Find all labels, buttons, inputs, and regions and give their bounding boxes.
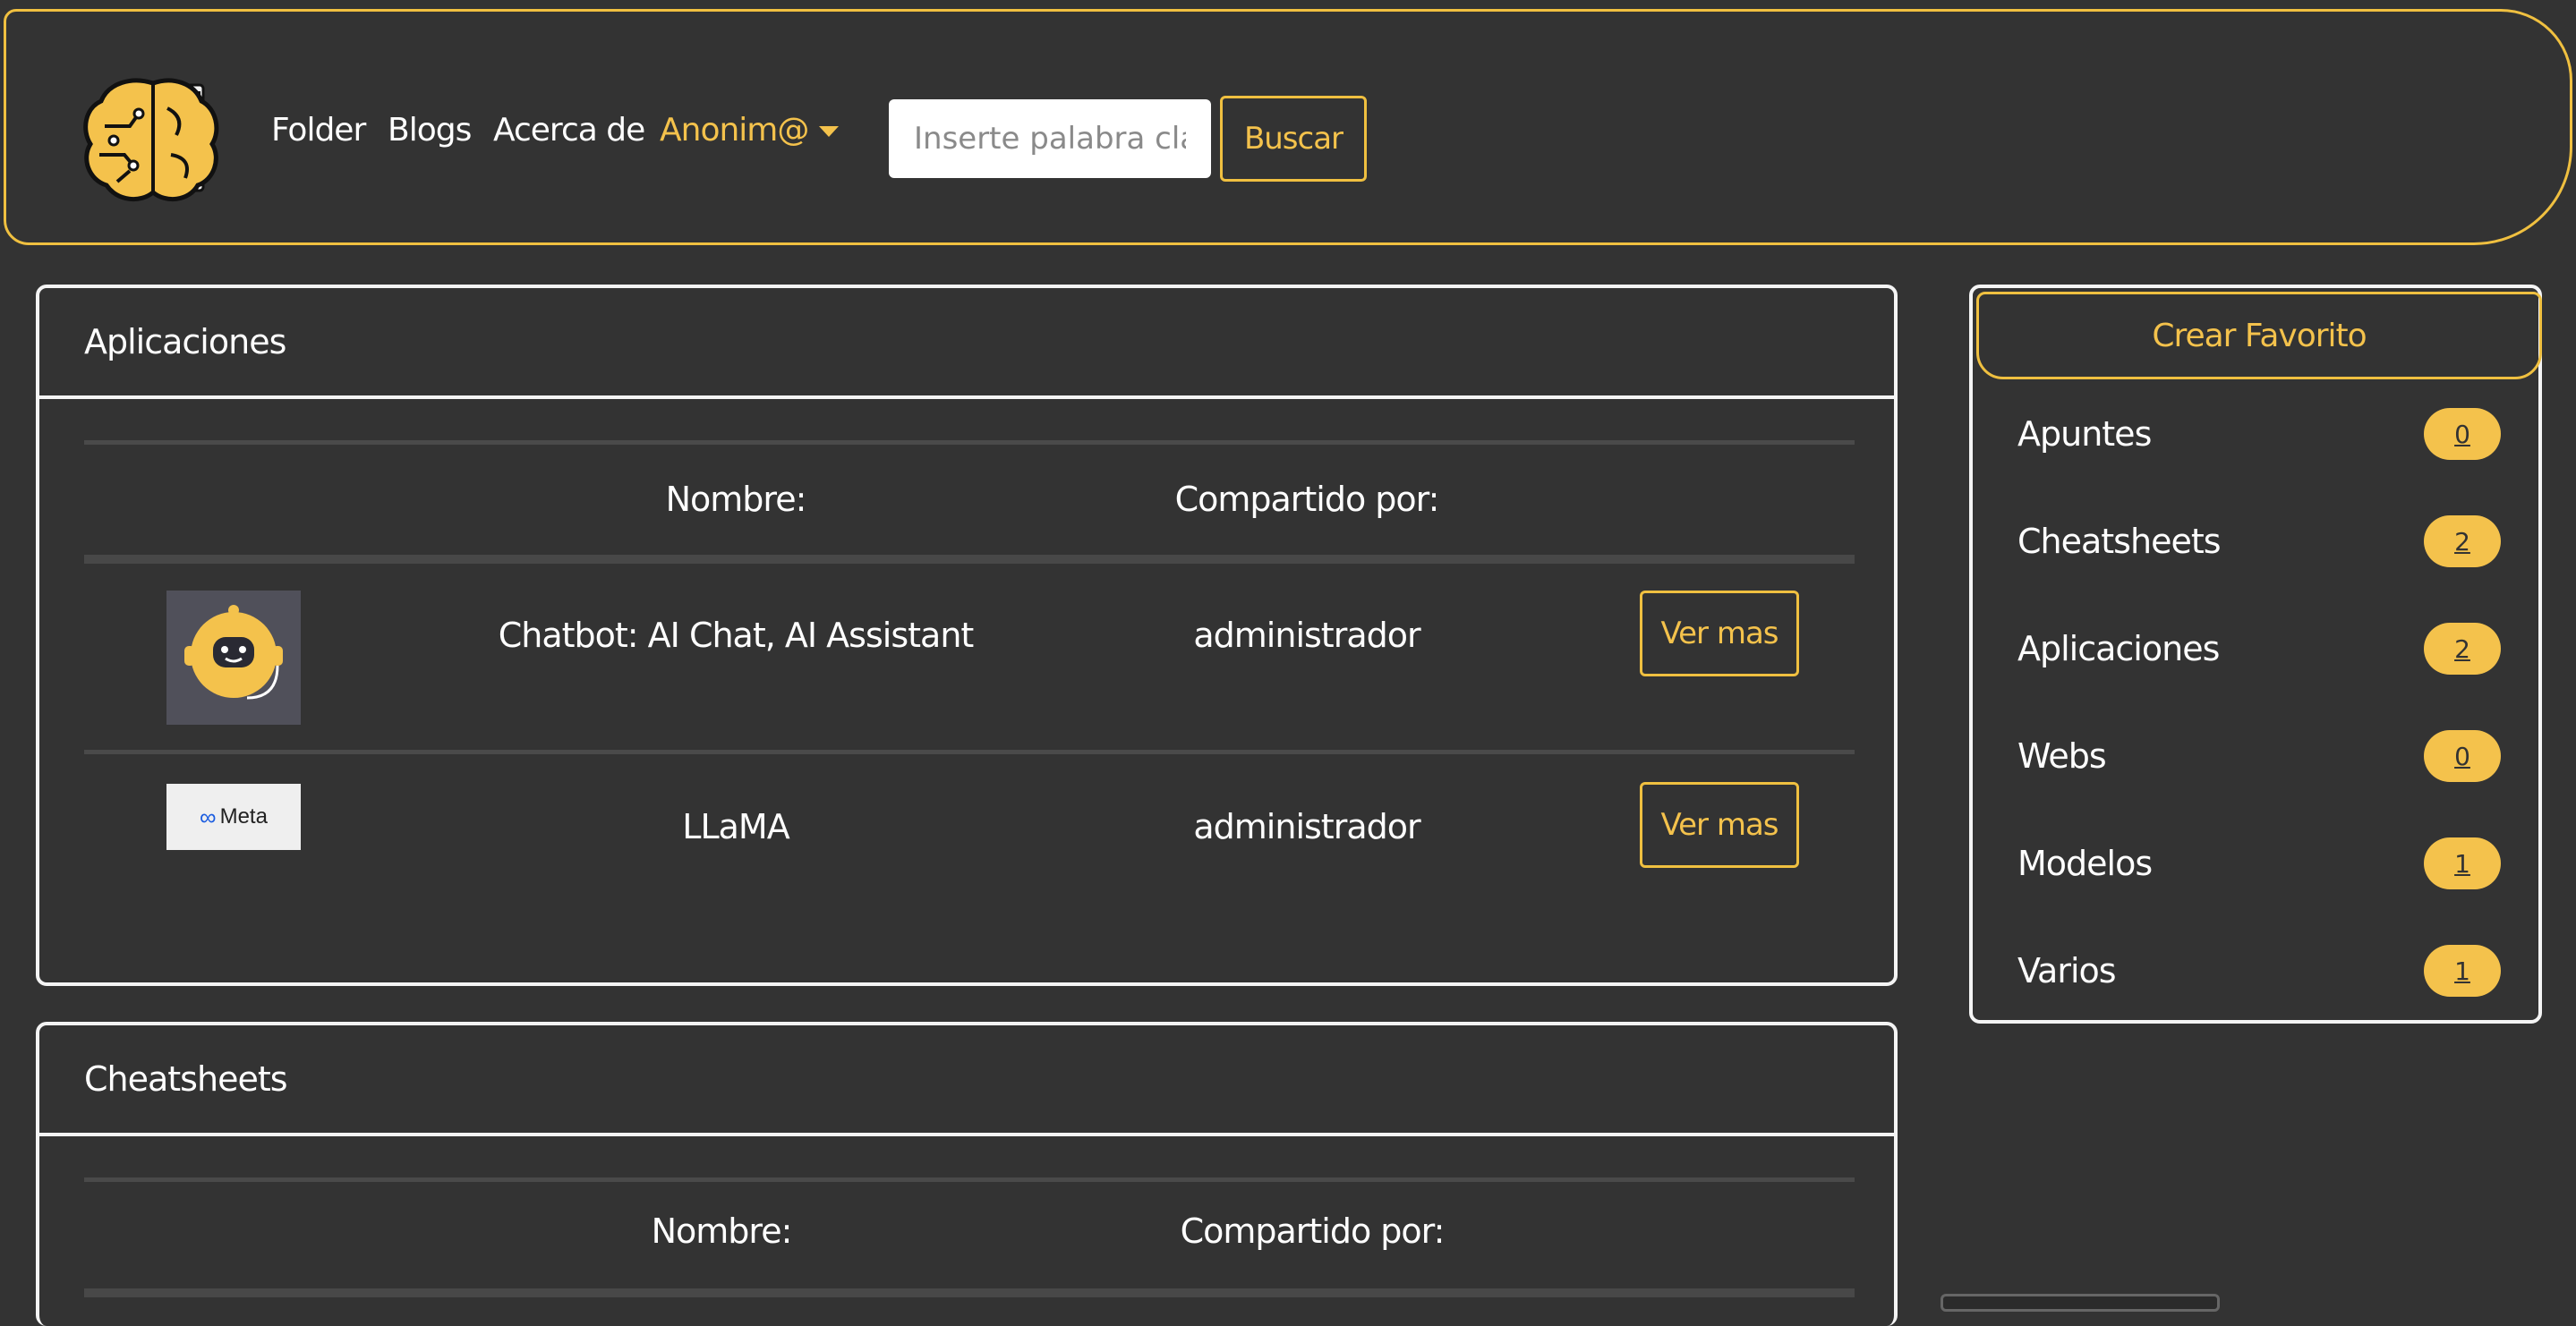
favorite-label: Aplicaciones: [2017, 629, 2220, 668]
count-badge[interactable]: 2: [2424, 515, 2501, 567]
aplicaciones-table: Nombre: Compartido por: Chatbot: AI Chat…: [84, 440, 1855, 977]
favorite-item-varios[interactable]: Varios 1: [2017, 939, 2501, 1002]
app-name: LLaMA: [682, 807, 789, 846]
favorite-item-apuntes[interactable]: Apuntes 0: [2017, 403, 2501, 465]
count-badge[interactable]: 1: [2424, 945, 2501, 997]
card-title: Aplicaciones: [39, 288, 1894, 399]
favorite-label: Varios: [2017, 951, 2117, 990]
count-badge[interactable]: 0: [2424, 730, 2501, 782]
favorite-label: Webs: [2017, 736, 2107, 776]
robot-icon: [184, 605, 283, 700]
meta-infinity-icon: ∞: [200, 803, 217, 830]
table-header-divider: [84, 1288, 1855, 1297]
search-button[interactable]: Buscar: [1220, 96, 1367, 182]
app-name: Chatbot: AI Chat, AI Assistant: [498, 616, 975, 655]
meta-logo-text: Meta: [219, 804, 268, 829]
nav-link-acerca-de[interactable]: Acerca de: [493, 112, 645, 149]
aplicaciones-card: Aplicaciones Nombre: Compartido por: Cha…: [36, 285, 1898, 986]
favorite-label: Apuntes: [2017, 414, 2152, 454]
favorite-label: Modelos: [2017, 844, 2153, 883]
count-badge[interactable]: 0: [2424, 408, 2501, 460]
caret-down-icon: [819, 126, 840, 137]
nav-link-folder[interactable]: Folder: [271, 112, 366, 149]
table-divider: [84, 1177, 1855, 1182]
user-dropdown[interactable]: Anonim@: [660, 112, 840, 149]
shared-by: administrador: [1193, 616, 1420, 655]
column-header-compartido: Compartido por:: [1180, 1211, 1446, 1251]
ver-mas-button[interactable]: Ver mas: [1640, 591, 1799, 676]
cheatsheets-table: Nombre: Compartido por:: [84, 1177, 1855, 1321]
column-header-compartido: Compartido por:: [1174, 480, 1440, 519]
crear-favorito-button[interactable]: Crear Favorito: [1976, 292, 2542, 379]
favorite-item-webs[interactable]: Webs 0: [2017, 725, 2501, 787]
user-dropdown-label: Anonim@: [660, 112, 809, 149]
count-badge[interactable]: 1: [2424, 837, 2501, 889]
meta-logo-thumbnail: ∞ Meta: [166, 784, 301, 850]
ver-mas-button[interactable]: Ver mas: [1640, 782, 1799, 868]
favorite-item-cheatsheets[interactable]: Cheatsheets 2: [2017, 510, 2501, 573]
favorite-item-modelos[interactable]: Modelos 1: [2017, 832, 2501, 895]
count-badge[interactable]: 2: [2424, 623, 2501, 675]
nav-link-blogs[interactable]: Blogs: [388, 112, 472, 149]
table-divider: [84, 440, 1855, 445]
chatbot-robot-thumbnail: [166, 591, 301, 725]
row-divider: [84, 750, 1855, 754]
brain-logo-icon[interactable]: [78, 72, 230, 207]
partial-widget: [1941, 1294, 2220, 1312]
favorite-item-aplicaciones[interactable]: Aplicaciones 2: [2017, 617, 2501, 680]
favorite-label: Cheatsheets: [2017, 522, 2222, 561]
search-input[interactable]: [889, 99, 1211, 178]
table-header-divider: [84, 555, 1855, 564]
cheatsheets-card: Cheatsheets Nombre: Compartido por:: [36, 1022, 1898, 1326]
column-header-nombre: Nombre:: [651, 1211, 793, 1251]
shared-by: administrador: [1193, 807, 1420, 846]
card-title: Cheatsheets: [39, 1025, 1894, 1136]
top-navbar: Folder Blogs Acerca de Anonim@ Buscar: [4, 9, 2572, 245]
favorites-sidebar: Crear Favorito Apuntes 0 Cheatsheets 2 A…: [1969, 285, 2542, 1024]
column-header-nombre: Nombre:: [665, 480, 807, 519]
